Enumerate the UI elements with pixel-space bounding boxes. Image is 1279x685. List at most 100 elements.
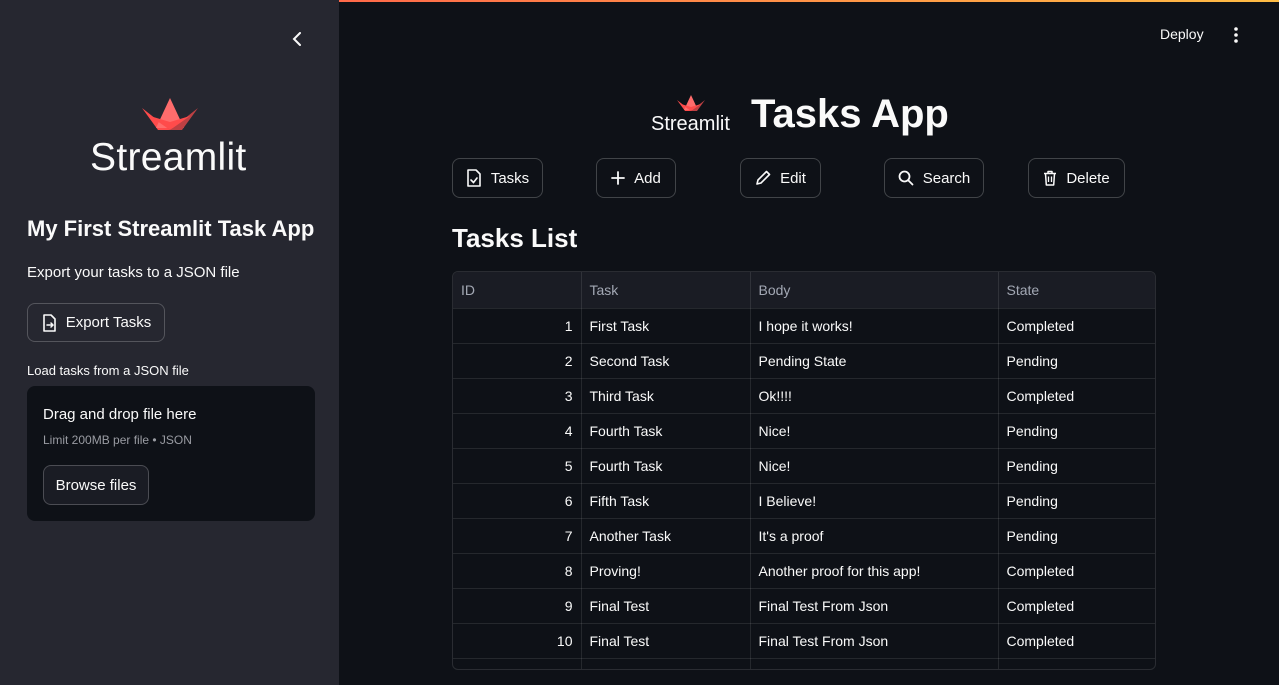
main-menu-button[interactable] [1226, 25, 1246, 45]
cell-body[interactable]: I Believe! [750, 483, 999, 519]
cell-body[interactable]: Ok!!!! [750, 378, 999, 414]
cell-task[interactable]: Proving! [581, 553, 751, 589]
cell-task[interactable]: Final Test [581, 588, 751, 624]
chevron-left-icon [292, 32, 301, 46]
cell-task[interactable]: First Task [581, 308, 751, 344]
cell-state[interactable]: Pending [998, 518, 1155, 554]
crown-icon [677, 95, 705, 111]
cell-state[interactable]: Pending [998, 413, 1155, 449]
cell-id[interactable]: 7 [453, 518, 582, 554]
search-button-label: Search [922, 169, 971, 187]
export-tasks-button[interactable]: Export Tasks [27, 303, 165, 342]
search-icon [898, 170, 914, 186]
cell-body[interactable] [750, 658, 999, 669]
file-export-icon [42, 313, 56, 332]
cell-task[interactable] [581, 658, 751, 669]
cell-id[interactable]: 6 [453, 483, 582, 519]
cell-state[interactable]: Completed [998, 553, 1155, 589]
cell-task[interactable]: Fourth Task [581, 413, 751, 449]
cell-id[interactable]: 5 [453, 448, 582, 484]
page-title: Tasks App [751, 92, 949, 136]
cell-body[interactable]: Another proof for this app! [750, 553, 999, 589]
table-row[interactable]: 9 Final Test Final Test From Json Comple… [453, 588, 1155, 624]
cell-body[interactable]: It's a proof [750, 518, 999, 554]
column-header-body[interactable]: Body [750, 272, 999, 309]
cell-id[interactable]: 4 [453, 413, 582, 449]
cell-body[interactable]: Nice! [750, 413, 999, 449]
cell-body[interactable]: Final Test From Json [750, 623, 999, 659]
cell-task[interactable]: Third Task [581, 378, 751, 414]
cell-task[interactable]: Another Task [581, 518, 751, 554]
cell-body[interactable]: Nice! [750, 448, 999, 484]
streamlit-logo: Streamlit [90, 98, 255, 182]
search-button[interactable]: Search [884, 158, 984, 198]
delete-button[interactable]: Delete [1028, 158, 1125, 198]
browse-files-button[interactable]: Browse files [43, 465, 149, 505]
collapse-sidebar-button[interactable] [284, 26, 310, 52]
cell-id[interactable]: 8 [453, 553, 582, 589]
cell-state[interactable]: Completed [998, 378, 1155, 414]
table-row[interactable]: 10 Final Test Final Test From Json Compl… [453, 623, 1155, 659]
cell-task[interactable]: Fourth Task [581, 448, 751, 484]
deploy-button[interactable]: Deploy [1160, 26, 1204, 42]
column-header-id[interactable]: ID [453, 272, 582, 309]
table-row[interactable] [453, 658, 1155, 669]
sidebar-title: My First Streamlit Task App [27, 216, 315, 241]
table-row[interactable]: 2 Second Task Pending State Pending [453, 343, 1155, 379]
table-row[interactable]: 3 Third Task Ok!!!! Completed [453, 378, 1155, 414]
cell-body[interactable]: I hope it works! [750, 308, 999, 344]
add-button-label: Add [634, 169, 661, 187]
export-tasks-label: Export Tasks [65, 314, 152, 331]
cell-task[interactable]: Fifth Task [581, 483, 751, 519]
tasks-button-label: Tasks [490, 169, 530, 187]
trash-icon [1044, 170, 1057, 186]
more-vertical-icon [1234, 27, 1238, 43]
table-row[interactable]: 7 Another Task It's a proof Pending [453, 518, 1155, 554]
table-row[interactable]: 5 Fourth Task Nice! Pending [453, 448, 1155, 484]
table-row[interactable]: 6 Fifth Task I Believe! Pending [453, 483, 1155, 519]
table-header-row: ID Task Body State [453, 272, 1155, 309]
column-header-state[interactable]: State [998, 272, 1155, 309]
cell-id[interactable] [453, 658, 582, 669]
header-streamlit-logo: Streamlit [650, 93, 740, 137]
cell-task[interactable]: Final Test [581, 623, 751, 659]
cell-body[interactable]: Pending State [750, 343, 999, 379]
cell-id[interactable]: 3 [453, 378, 582, 414]
edit-button-label: Edit [780, 169, 806, 187]
cell-id[interactable]: 9 [453, 588, 582, 624]
cell-task[interactable]: Second Task [581, 343, 751, 379]
file-check-icon [467, 169, 481, 187]
cell-id[interactable]: 2 [453, 343, 582, 379]
cell-state[interactable]: Pending [998, 483, 1155, 519]
cell-state[interactable] [998, 658, 1155, 669]
dropzone-title: Drag and drop file here [43, 406, 197, 423]
table-row[interactable]: 8 Proving! Another proof for this app! C… [453, 553, 1155, 589]
export-description: Export your tasks to a JSON file [27, 264, 240, 281]
tasks-button[interactable]: Tasks [452, 158, 543, 198]
cell-state[interactable]: Completed [998, 308, 1155, 344]
logo-wordmark: Streamlit [90, 136, 247, 179]
crown-icon [142, 98, 198, 130]
plus-icon [611, 171, 626, 185]
tasks-table[interactable]: ID Task Body State 1 First Task I hope i… [452, 271, 1156, 670]
section-title: Tasks List [452, 223, 578, 253]
cell-id[interactable]: 1 [453, 308, 582, 344]
header-logo-wordmark: Streamlit [651, 113, 730, 135]
sidebar: Streamlit My First Streamlit Task App Ex… [0, 0, 339, 685]
table-row[interactable]: 4 Fourth Task Nice! Pending [453, 413, 1155, 449]
file-dropzone[interactable]: Drag and drop file here Limit 200MB per … [27, 386, 315, 521]
column-header-task[interactable]: Task [581, 272, 751, 309]
table-row[interactable]: 1 First Task I hope it works! Completed [453, 308, 1155, 344]
cell-state[interactable]: Completed [998, 588, 1155, 624]
cell-id[interactable]: 10 [453, 623, 582, 659]
cell-body[interactable]: Final Test From Json [750, 588, 999, 624]
cell-state[interactable]: Completed [998, 623, 1155, 659]
add-button[interactable]: Add [596, 158, 676, 198]
cell-state[interactable]: Pending [998, 448, 1155, 484]
load-label: Load tasks from a JSON file [27, 363, 189, 378]
dropzone-limit: Limit 200MB per file • JSON [43, 433, 192, 447]
edit-button[interactable]: Edit [740, 158, 821, 198]
delete-button-label: Delete [1066, 169, 1110, 187]
pencil-icon [756, 170, 771, 185]
cell-state[interactable]: Pending [998, 343, 1155, 379]
